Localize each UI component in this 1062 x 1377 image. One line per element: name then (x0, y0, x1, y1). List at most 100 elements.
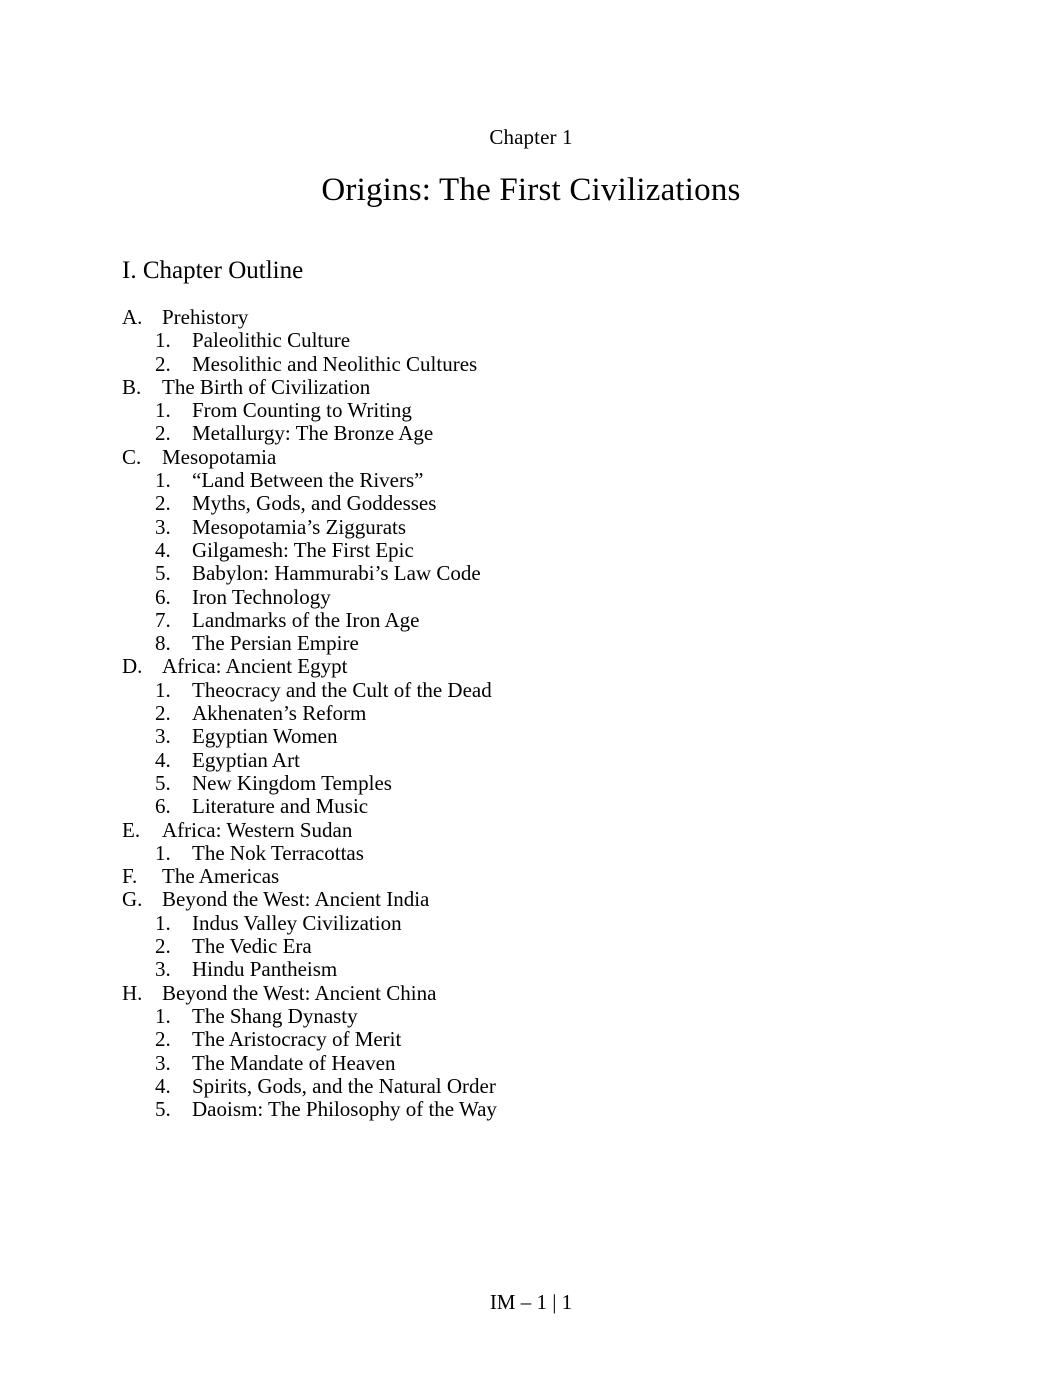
outline-item-level2[interactable]: 6. Literature and Music (122, 794, 962, 819)
outline-item-label: Mesopotamia (162, 444, 277, 469)
outline-item-level2[interactable]: 8. The Persian Empire (122, 631, 962, 656)
outline-item-level2[interactable]: 2. Myths, Gods, and Goddesses (122, 491, 962, 516)
outline-item-level2[interactable]: 1. The Nok Terracottas (122, 840, 962, 865)
outline-item-label: Gilgamesh: The First Epic (192, 537, 414, 562)
outline-item-label: The Nok Terracottas (192, 840, 364, 865)
outline-marker: 6. (155, 584, 171, 609)
outline-marker: 5. (155, 1097, 171, 1122)
outline-item-level2[interactable]: 2. The Aristocracy of Merit (122, 1027, 962, 1052)
outline-item-level1[interactable]: B. The Birth of Civilization (122, 374, 962, 399)
outline-item-level2[interactable]: 5. Babylon: Hammurabi’s Law Code (122, 561, 962, 586)
outline-marker: C. (122, 444, 142, 469)
outline-item-label: “Land Between the Rivers” (192, 468, 424, 493)
outline-marker: 7. (155, 607, 171, 632)
outline-marker: 2. (155, 421, 171, 446)
outline-item-label: Theocracy and the Cult of the Dead (192, 677, 492, 702)
outline-marker: 4. (155, 1073, 171, 1098)
page-title: Origins: The First Civilizations (321, 172, 741, 208)
outline-item-level2[interactable]: 3. Egyptian Women (122, 724, 962, 749)
outline-item-level1[interactable]: H. Beyond the West: Ancient China (122, 980, 962, 1005)
outline-item-label: Hindu Pantheism (192, 957, 338, 982)
outline-item-level2[interactable]: 1. Theocracy and the Cult of the Dead (122, 677, 962, 702)
outline-item-label: Spirits, Gods, and the Natural Order (192, 1073, 496, 1098)
outline-item-level2[interactable]: 1. From Counting to Writing (122, 398, 962, 423)
outline-item-level1[interactable]: A. Prehistory (122, 305, 962, 329)
outline-item-level2[interactable]: 2. Akhenaten’s Reform (122, 701, 962, 725)
outline-marker: 3. (155, 957, 171, 982)
outline-item-label: Indus Valley Civilization (192, 910, 402, 935)
outline-group: D. Africa: Ancient Egypt 1. Theocracy and t… (122, 655, 962, 818)
outline-item-label: Paleolithic Culture (192, 328, 351, 353)
outline-item-level2[interactable]: 2. The Vedic Era (122, 934, 962, 958)
outline-item-label: The Americas (162, 864, 280, 889)
outline-item-level2[interactable]: 2. Metallurgy: The Bronze Age (122, 421, 962, 446)
outline-marker: 1. (155, 840, 171, 865)
outline-marker: 8. (155, 631, 171, 656)
outline-item-label: The Shang Dynasty (192, 1003, 358, 1028)
outline-item-label: The Birth of Civilization (162, 374, 371, 399)
page-footer: IM – 1 | 1 (489, 1290, 573, 1314)
outline-item-level2[interactable]: 5. New Kingdom Temples (122, 770, 962, 795)
outline-item-label: The Mandate of Heaven (192, 1050, 396, 1075)
outline-group: G. Beyond the West: Ancient India 1. Indus … (122, 888, 962, 981)
outline-item-level2[interactable]: 5. Daoism: The Philosophy of the Way (122, 1097, 962, 1122)
outline-item-label: Literature and Music (192, 794, 369, 819)
chapter-label: Chapter 1 (489, 125, 573, 149)
outline-marker: 1. (155, 398, 171, 423)
outline-item-label: Daoism: The Philosophy of the Way (192, 1097, 497, 1122)
outline-marker: F. (122, 864, 138, 889)
outline-item-level2[interactable]: 3. Hindu Pantheism (122, 957, 962, 982)
outline-item-level1[interactable]: G. Beyond the West: Ancient India (122, 887, 962, 912)
outline-item-level2[interactable]: 3. Mesopotamia’s Ziggurats (122, 514, 962, 539)
outline-marker: 5. (155, 770, 171, 795)
outline-group: C. Mesopotamia 1. “Land Between the Rivers”… (122, 444, 962, 656)
outline-item-level2[interactable]: 1. Indus Valley Civilization (122, 910, 962, 935)
outline-marker: 4. (155, 537, 171, 562)
outline-item-level2[interactable]: 2. Mesolithic and Neolithic Cultures (122, 351, 962, 376)
outline-item-level2[interactable]: 4. Gilgamesh: The First Epic (122, 537, 962, 562)
outline-marker: 5. (155, 561, 171, 586)
outline-group: A. Prehistory 1. Paleolithic Culture 2. Mesol… (122, 305, 962, 376)
outline-item-level1[interactable]: C. Mesopotamia (122, 444, 962, 469)
outline-item-level2[interactable]: 4. Spirits, Gods, and the Natural Order (122, 1073, 962, 1098)
outline-marker: G. (122, 887, 143, 912)
outline-item-level2[interactable]: 7. Landmarks of the Iron Age (122, 607, 962, 632)
outline-item-label: Landmarks of the Iron Age (192, 607, 420, 632)
outline-group: H. Beyond the West: Ancient China 1. The Sh… (122, 980, 962, 1122)
outline-marker: H. (122, 980, 143, 1005)
outline-item-level1[interactable]: D. Africa: Ancient Egypt (122, 654, 962, 679)
outline-marker: A. (122, 305, 143, 329)
outline-item-label: Beyond the West: Ancient China (162, 980, 437, 1005)
outline-item-label: Babylon: Hammurabi’s Law Code (192, 561, 481, 586)
outline-marker: E. (122, 817, 141, 842)
outline-item-label: Egyptian Women (192, 724, 338, 749)
outline-marker: 1. (155, 910, 171, 935)
outline-item-level2[interactable]: 1. Paleolithic Culture (122, 328, 962, 353)
outline-marker: B. (122, 374, 142, 399)
outline-item-label: Mesopotamia’s Ziggurats (192, 514, 407, 539)
outline-item-label: Iron Technology (192, 584, 331, 609)
outline-item-level2[interactable]: 4. Egyptian Art (122, 747, 962, 772)
outline-item-level2[interactable]: 1. The Shang Dynasty (122, 1003, 962, 1028)
outline-item-label: Mesolithic and Neolithic Cultures (192, 351, 478, 376)
outline-item-level2[interactable]: 3. The Mandate of Heaven (122, 1050, 962, 1075)
outline-group: B. The Birth of Civilization 1. From Counti… (122, 374, 962, 446)
outline-item-level2[interactable]: 1. “Land Between the Rivers” (122, 468, 962, 493)
document-page: Chapter 1 Origins: The First Civilizatio… (0, 0, 1062, 1377)
outline-group: F. The Americas (122, 864, 962, 889)
outline-marker: 2. (155, 1027, 171, 1052)
outline-item-label: The Aristocracy of Merit (192, 1027, 402, 1052)
outline-item-label: Africa: Ancient Egypt (162, 654, 348, 679)
outline-marker: 4. (155, 747, 171, 772)
outline-group: E. Africa: Western Sudan 1. The Nok Terraco… (122, 817, 962, 866)
outline-marker: 2. (155, 491, 171, 516)
outline-item-level1[interactable]: F. The Americas (122, 864, 962, 889)
outline-item-label: Egyptian Art (192, 747, 300, 772)
outline-marker: 3. (155, 514, 171, 539)
outline-item-label: Metallurgy: The Bronze Age (192, 421, 434, 446)
outline-item-label: New Kingdom Temples (192, 770, 392, 795)
outline-item-label: Myths, Gods, and Goddesses (192, 491, 437, 516)
outline-item-level1[interactable]: E. Africa: Western Sudan (122, 817, 962, 842)
outline-item-level2[interactable]: 6. Iron Technology (122, 584, 962, 609)
section-heading: I. Chapter Outline (122, 257, 304, 284)
